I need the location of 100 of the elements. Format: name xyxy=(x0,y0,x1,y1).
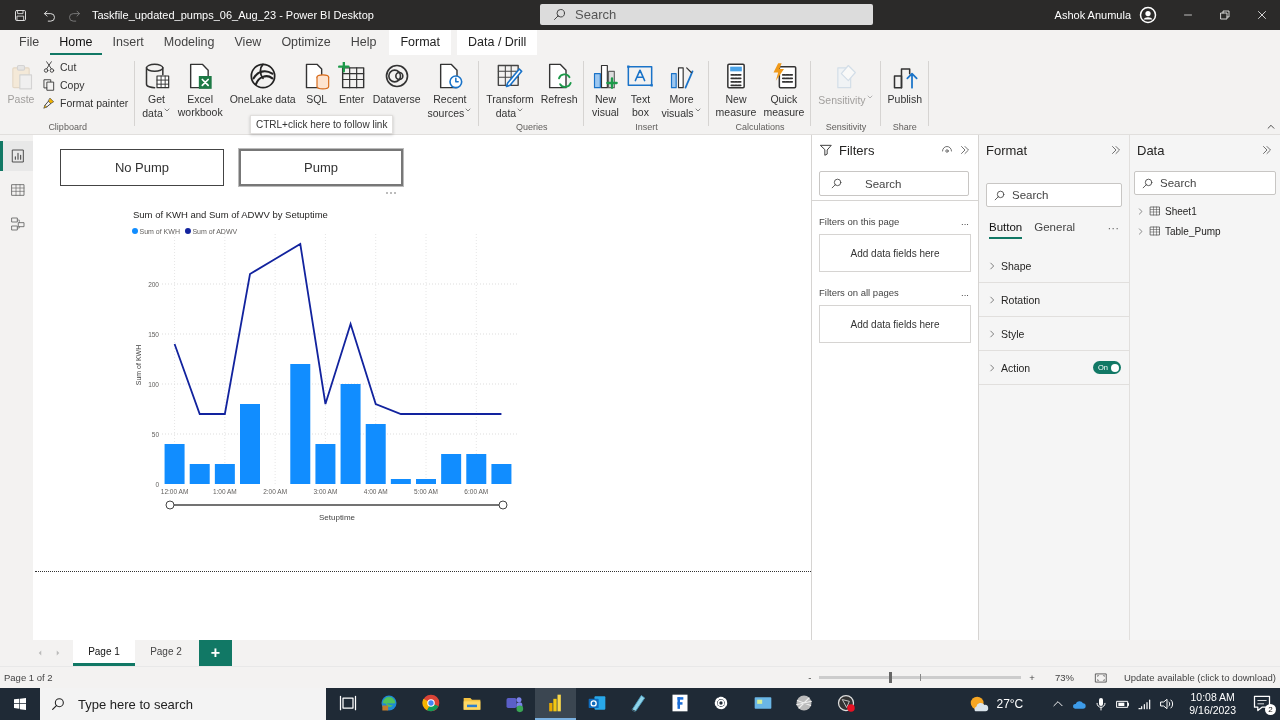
table-name[interactable]: Sheet1 xyxy=(1165,205,1197,217)
ribbon-button[interactable]: Cut xyxy=(39,58,132,76)
search-field[interactable]: Search xyxy=(1134,171,1276,195)
notification-count: 2 xyxy=(1265,704,1276,715)
more-options[interactable]: ... xyxy=(961,287,969,298)
menu-tab[interactable]: Optimize xyxy=(272,30,340,55)
view-button[interactable] xyxy=(0,141,33,171)
bar xyxy=(365,424,386,484)
menu-tab[interactable]: File xyxy=(10,30,49,55)
weather-temp[interactable]: 27°C xyxy=(996,697,1024,711)
more-options[interactable]: ··· xyxy=(1107,222,1119,238)
bar xyxy=(164,444,185,484)
table-icon xyxy=(1149,205,1161,217)
mail-icon[interactable] xyxy=(586,693,607,713)
group-label: Share xyxy=(892,122,917,134)
clock-date[interactable]: 9/16/2023 xyxy=(1189,704,1236,717)
ribbon-button[interactable]: Text box xyxy=(623,58,658,122)
report-button[interactable]: No Pump xyxy=(60,149,224,186)
menu-tab[interactable]: View xyxy=(225,30,271,55)
eye-icon[interactable] xyxy=(941,144,953,156)
notification-icon[interactable] xyxy=(1252,693,1272,713)
zoom-in-button[interactable]: + xyxy=(1029,672,1035,683)
range-slider[interactable] xyxy=(165,500,508,510)
ribbon-button[interactable]: New measure xyxy=(712,58,760,122)
table-name[interactable]: Table_Pump xyxy=(1165,225,1221,237)
ribbon-button[interactable]: Refresh xyxy=(537,58,581,110)
search-field[interactable]: Search xyxy=(540,4,873,25)
axis-title: Setuptime xyxy=(319,513,355,522)
user-name: Ashok Anumula xyxy=(1054,9,1131,21)
ribbon-button[interactable]: Excel workbook xyxy=(174,58,226,122)
search-field[interactable]: Search xyxy=(819,171,969,196)
page-tab[interactable]: Page 1 xyxy=(73,640,135,666)
bar xyxy=(315,444,336,484)
report-icon xyxy=(10,148,26,164)
collapse-pane-icon[interactable] xyxy=(1261,144,1273,156)
slider-thumb[interactable] xyxy=(889,672,892,683)
record-icon[interactable] xyxy=(835,693,856,713)
zoom-out-button[interactable]: - xyxy=(808,672,812,683)
ribbon-button[interactable]: Format painter xyxy=(39,94,132,112)
menu-tab[interactable]: Insert xyxy=(103,30,153,55)
browser-icon[interactable] xyxy=(420,693,441,713)
restore-icon[interactable] xyxy=(1218,9,1231,21)
volume-icon[interactable] xyxy=(1159,696,1176,712)
ribbon-button[interactable]: Copy xyxy=(39,76,132,94)
zoom-percent: 73% xyxy=(1054,672,1074,683)
pane-tab[interactable]: General xyxy=(1034,221,1076,239)
windows-icon[interactable] xyxy=(12,696,28,712)
save-icon[interactable] xyxy=(13,7,28,23)
page-tab[interactable]: Page 2 xyxy=(135,640,197,666)
avatar-icon[interactable] xyxy=(1139,6,1157,24)
pane-tab[interactable]: Button xyxy=(989,221,1023,239)
model-icon xyxy=(10,216,26,232)
section-title: Filters on this page xyxy=(819,216,900,227)
menu-tab[interactable]: Help xyxy=(341,30,386,55)
bar xyxy=(189,464,210,484)
collapse-pane-icon[interactable] xyxy=(1110,144,1122,156)
ribbon-button[interactable]: Publish xyxy=(884,58,926,110)
clock-time[interactable]: 10:08 AM xyxy=(1190,691,1235,704)
section-header[interactable]: Style xyxy=(1001,327,1025,340)
ribbon-button[interactable]: Recent sources xyxy=(424,58,476,123)
tooltip-text: CTRL+click here to follow link xyxy=(256,119,388,130)
section-header[interactable]: Action xyxy=(1001,361,1031,374)
menu-tab[interactable]: Modeling xyxy=(154,30,224,55)
search-field[interactable]: Type here to search xyxy=(40,688,326,720)
table-icon xyxy=(10,182,26,198)
ribbon-button[interactable]: Quick measure xyxy=(760,58,808,122)
menu-tab[interactable]: Format xyxy=(389,30,451,55)
section-header[interactable]: Rotation xyxy=(1001,293,1041,306)
search-icon xyxy=(552,7,567,22)
ribbon-button[interactable]: Transform data xyxy=(483,58,537,123)
report-button[interactable]: Pump xyxy=(239,149,403,186)
task-view-icon[interactable] xyxy=(337,693,358,713)
update-link[interactable]: Update available (click to download) xyxy=(1123,672,1276,683)
collapse-pane-icon[interactable] xyxy=(959,144,971,156)
close-icon[interactable] xyxy=(1255,9,1268,21)
ribbon-button[interactable]: Get data xyxy=(139,58,174,123)
ribbon-button[interactable]: New visual xyxy=(588,58,623,122)
search-icon xyxy=(993,188,1006,202)
bar xyxy=(441,454,462,484)
fit-page-icon[interactable] xyxy=(1093,670,1108,685)
group-label: Insert xyxy=(635,122,658,134)
swirl-icon xyxy=(248,62,277,90)
filter-icon xyxy=(819,143,833,157)
ribbon-button[interactable]: More visuals xyxy=(658,58,705,123)
search-icon xyxy=(830,177,843,190)
section-header[interactable]: Shape xyxy=(1001,259,1032,272)
bar xyxy=(466,454,487,484)
ribbon-button[interactable]: Enter xyxy=(334,58,369,110)
drop-zone[interactable]: Add data fields here xyxy=(819,305,971,343)
ribbon-button[interactable]: SQL xyxy=(299,58,334,110)
drop-zone[interactable]: Add data fields here xyxy=(819,234,971,272)
search-icon xyxy=(50,696,66,712)
add-page-button[interactable]: + xyxy=(199,640,232,666)
ribbon-button[interactable]: OneLake data xyxy=(226,58,299,110)
ribbon-button[interactable]: Dataverse xyxy=(369,58,424,110)
bar xyxy=(390,479,411,484)
more-options[interactable]: ... xyxy=(961,216,969,227)
menu-tab[interactable]: Data / Drill xyxy=(457,30,538,55)
collapse-icon[interactable] xyxy=(1266,122,1276,132)
search-field[interactable]: Search xyxy=(986,183,1122,207)
